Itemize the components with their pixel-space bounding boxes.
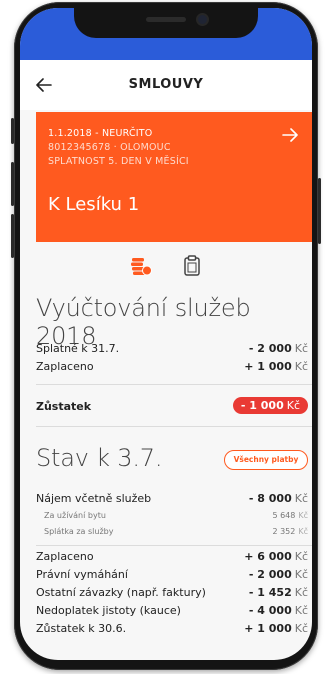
row-value: - 1 452 Kč xyxy=(248,586,308,599)
status-row: Zůstatek k 30.6. + 1 000 Kč xyxy=(36,622,308,638)
arrow-right-icon[interactable] xyxy=(282,126,298,147)
row-value: + 1 000 Kč xyxy=(244,360,308,373)
row-value: - 2 000 Kč xyxy=(248,342,308,355)
rent-row: Nájem včetně služeb - 8 000 Kč xyxy=(36,492,308,508)
contract-period: 1.1.2018 - NEURČITO xyxy=(48,128,153,139)
rent-detail-row: Za užívání bytu 5 648 Kč xyxy=(36,511,308,527)
coins-icon[interactable] xyxy=(130,256,152,280)
row-label: Zůstatek k 30.6. xyxy=(36,622,127,635)
row-label: Zaplaceno xyxy=(36,360,94,373)
status-row: Ostatní závazky (např. faktury) - 1 452 K… xyxy=(36,586,308,602)
section-tabs xyxy=(20,254,312,280)
rent-detail-row: Splátka za služby 2 352 Kč xyxy=(36,527,308,543)
app-screen: SMLOUVY 1.1.2018 - NEURČITO 8012345678 ·… xyxy=(20,8,312,660)
contract-number: 8012345678 · OLOMOUC xyxy=(48,142,171,153)
status-row: Nedoplatek jistoty (kauce) - 4 000 Kč xyxy=(36,604,308,620)
divider xyxy=(36,545,312,546)
camera xyxy=(198,15,207,24)
clipboard-icon[interactable] xyxy=(183,255,201,281)
row-label: Splatné k 31.7. xyxy=(36,342,120,355)
balance-label: Zůstatek xyxy=(36,400,92,413)
row-value: 2 352 Kč xyxy=(272,527,308,536)
balance-badge: - 1 000 Kč xyxy=(232,397,308,414)
row-label: Nedoplatek jistoty (kauce) xyxy=(36,604,181,617)
contract-due-day: SPLATNOST 5. DEN V MĚSÍCI xyxy=(48,156,189,167)
divider xyxy=(36,384,312,385)
billing-row: Splatné k 31.7. - 2 000 Kč xyxy=(36,342,308,358)
speaker xyxy=(146,17,186,22)
row-value: + 6 000 Kč xyxy=(244,550,308,563)
side-button xyxy=(11,118,14,144)
row-label: Nájem včetně služeb xyxy=(36,492,152,505)
row-value: - 4 000 Kč xyxy=(248,604,308,617)
row-value: 5 648 Kč xyxy=(272,511,308,520)
row-label: Za užívání bytu xyxy=(44,511,106,520)
row-label: Ostatní závazky (např. faktury) xyxy=(36,586,206,599)
row-label: Zaplaceno xyxy=(36,550,94,563)
balance-row: Zůstatek - 1 000 Kč xyxy=(36,397,308,416)
row-value: - 2 000 Kč xyxy=(248,568,308,581)
page-title: SMLOUVY xyxy=(128,77,204,92)
divider xyxy=(36,426,312,427)
row-label: Právní vymáhání xyxy=(36,568,128,581)
contract-card[interactable]: 1.1.2018 - NEURČITO 8012345678 · OLOMOUC… xyxy=(36,112,312,242)
status-title: Stav k 3.7. xyxy=(36,444,163,472)
all-payments-button[interactable]: Všechny platby xyxy=(224,450,308,470)
status-bar xyxy=(20,8,312,60)
row-value: + 1 000 Kč xyxy=(244,622,308,635)
volume-up-button xyxy=(11,162,14,206)
row-label: Splátka za služby xyxy=(44,527,114,536)
notch xyxy=(74,8,258,38)
power-button xyxy=(318,178,321,244)
billing-row: Zaplaceno + 1 000 Kč xyxy=(36,360,308,376)
row-value: - 8 000 Kč xyxy=(248,492,308,505)
contract-address: K Lesíku 1 xyxy=(48,194,140,215)
status-row: Zaplaceno + 6 000 Kč xyxy=(36,550,308,566)
volume-down-button xyxy=(11,214,14,258)
app-header: SMLOUVY xyxy=(20,60,312,110)
status-row: Právní vymáhání - 2 000 Kč xyxy=(36,568,308,584)
